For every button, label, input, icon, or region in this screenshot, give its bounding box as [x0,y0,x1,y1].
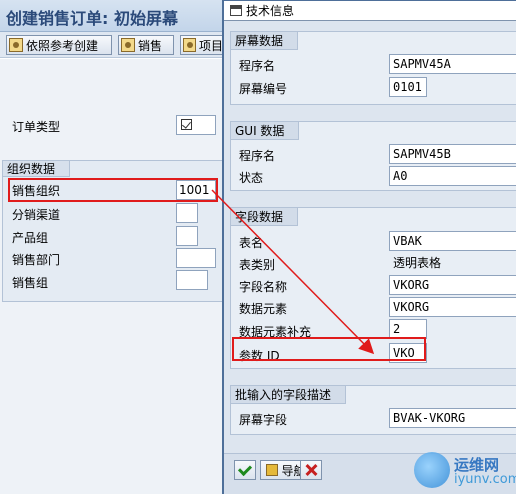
checkmark-icon [237,461,253,476]
reference-icon [9,38,23,52]
screen-program-label: 程序名 [239,59,276,73]
sales-button[interactable]: 销售 [118,35,174,55]
screen-number-value[interactable]: 0101 [389,77,427,97]
table-name-value[interactable]: VBAK [389,231,516,251]
screen-title: 创建销售订单: 初始屏幕 [6,9,178,28]
screen-field-label: 屏幕字段 [239,413,288,427]
gui-program-value[interactable]: SAPMV45B [389,144,516,164]
order-type-input[interactable] [176,115,216,135]
technical-info-dialog: 技术信息 屏幕数据 程序名 SAPMV45A 屏幕编号 0101 GUI 数据 … [222,0,516,494]
field-name-label: 字段名称 [239,280,288,294]
gui-program-label: 程序名 [239,149,276,163]
data-element-value[interactable]: VKORG [389,297,516,317]
dialog-title: 技术信息 [246,4,295,18]
close-icon [305,464,317,476]
confirm-button[interactable] [234,460,256,480]
sales-org-highlight [8,178,218,202]
data-element-supplement-value[interactable]: 2 [389,319,427,339]
item-icon [183,38,196,52]
table-category-label: 表类别 [239,258,276,272]
item-overview-button[interactable]: 项目 [180,35,228,55]
batch-input-section: 批输入的字段描述 屏幕字段 BVAK-VKORG [230,385,516,435]
screen-data-section: 屏幕数据 程序名 SAPMV45A 屏幕编号 0101 [230,31,516,105]
table-category-value: 透明表格 [393,256,442,270]
create-with-reference-button[interactable]: 依照参考创建 [6,35,112,55]
sales-group-input[interactable] [176,270,208,290]
f4-help-icon [181,119,192,130]
distribution-channel-label: 分销渠道 [12,208,61,222]
org-data-group-title: 组织数据 [3,161,71,177]
screen-program-value[interactable]: SAPMV45A [389,54,516,74]
watermark-line2: iyunv.com [454,472,516,487]
screen-data-title: 屏幕数据 [231,32,299,50]
navigate-icon [266,464,279,476]
sales-icon [121,38,135,52]
sales-group-label: 销售组 [12,276,49,290]
division-input[interactable] [176,226,198,246]
gui-status-label: 状态 [239,171,264,185]
parameter-id-highlight [232,337,426,361]
table-name-label: 表名 [239,236,264,250]
distribution-channel-input[interactable] [176,203,198,223]
order-type-label: 订单类型 [12,120,61,134]
data-element-label: 数据元素 [239,302,288,316]
screen-number-label: 屏幕编号 [239,82,288,96]
sales-office-label: 销售部门 [12,253,61,267]
screen-field-value[interactable]: BVAK-VKORG [389,408,516,428]
batch-input-title: 批输入的字段描述 [231,386,347,404]
gui-data-title: GUI 数据 [231,122,300,140]
cancel-button[interactable] [300,460,322,480]
site-watermark: 运维网 iyunv.com [414,450,516,492]
field-data-title: 字段数据 [231,208,299,226]
field-name-value[interactable]: VKORG [389,275,516,295]
gui-status-value[interactable]: A0 [389,166,516,186]
dialog-title-bar: 技术信息 [224,1,516,21]
division-label: 产品组 [12,231,49,245]
sales-office-input[interactable] [176,248,216,268]
window-icon [230,5,242,16]
watermark-logo [414,452,450,488]
gui-data-section: GUI 数据 程序名 SAPMV45B 状态 A0 [230,121,516,191]
